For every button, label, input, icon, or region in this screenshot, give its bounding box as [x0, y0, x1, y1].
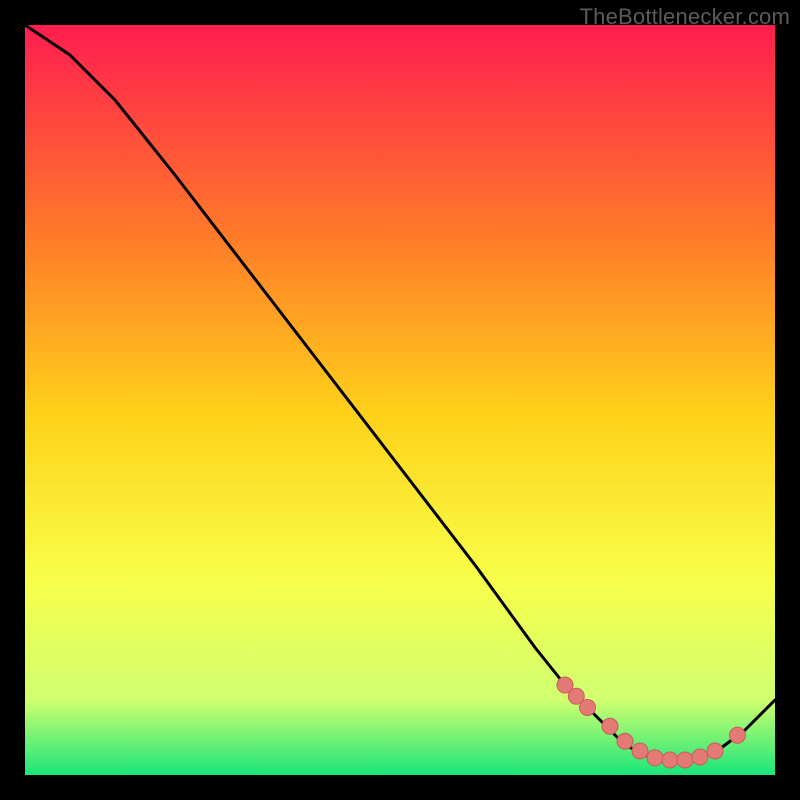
curve-marker [707, 743, 723, 759]
curve-marker [580, 700, 596, 716]
chart-stage: TheBottlenecker.com [0, 0, 800, 800]
curve-marker [647, 750, 663, 766]
curve-marker [730, 727, 746, 743]
chart-svg [25, 25, 775, 775]
curve-marker [662, 752, 678, 768]
gradient-background [25, 25, 775, 775]
plot-area [25, 25, 775, 775]
curve-marker [677, 752, 693, 768]
curve-marker [692, 749, 708, 765]
curve-marker [632, 743, 648, 759]
curve-marker [617, 733, 633, 749]
curve-marker [602, 718, 618, 734]
